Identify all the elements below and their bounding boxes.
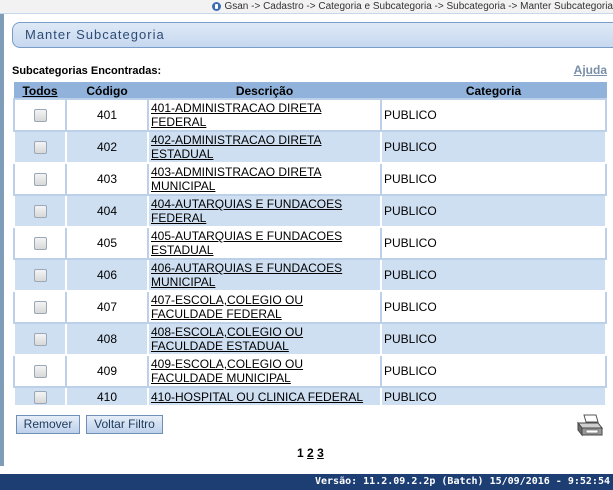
row-checkbox[interactable] bbox=[33, 205, 47, 219]
row-code: 401 bbox=[65, 98, 149, 132]
table-row: 403 403-ADMINISTRACAO DIRETA MUNICIPAL P… bbox=[13, 162, 607, 196]
row-code: 405 bbox=[65, 226, 149, 260]
table-row: 408 408-ESCOLA,COLEGIO OU FACULDADE ESTA… bbox=[13, 322, 607, 356]
row-category: PUBLICO bbox=[380, 226, 607, 260]
table-header-row: Todos Código Descrição Categoria bbox=[13, 82, 607, 100]
table-row: 406 406-AUTARQUIAS E FUNDACOES MUNICIPAL… bbox=[13, 258, 607, 292]
row-description-link[interactable]: 404-AUTARQUIAS E FUNDACOES FEDERAL bbox=[151, 197, 342, 225]
row-category: PUBLICO bbox=[380, 98, 607, 132]
column-header-descricao: Descrição bbox=[147, 82, 382, 100]
row-category: PUBLICO bbox=[380, 354, 607, 388]
row-description-link[interactable]: 409-ESCOLA,COLEGIO OU FACULDADE MUNICIPA… bbox=[151, 357, 303, 385]
row-code: 404 bbox=[65, 194, 149, 228]
row-description-link[interactable]: 408-ESCOLA,COLEGIO OU FACULDADE ESTADUAL bbox=[151, 325, 303, 353]
page-title-bar: Manter Subcategoria bbox=[12, 22, 613, 48]
row-description-link[interactable]: 401-ADMINISTRACAO DIRETA FEDERAL bbox=[151, 101, 321, 129]
table-row: 410 410-HOSPITAL OU CLINICA FEDERAL PUBL… bbox=[13, 386, 607, 407]
row-checkbox[interactable] bbox=[33, 141, 47, 155]
pagination: 1 2 3 bbox=[297, 446, 324, 460]
page-link[interactable]: 2 bbox=[307, 446, 314, 460]
left-frame-border bbox=[0, 14, 4, 466]
row-code: 407 bbox=[65, 290, 149, 324]
row-code: 406 bbox=[65, 258, 149, 292]
page-link[interactable]: 3 bbox=[317, 446, 324, 460]
column-header-codigo: Código bbox=[65, 82, 149, 100]
globe-icon bbox=[212, 2, 222, 11]
row-category: PUBLICO bbox=[380, 386, 607, 407]
row-code: 403 bbox=[65, 162, 149, 196]
row-checkbox[interactable] bbox=[33, 173, 47, 187]
row-category: PUBLICO bbox=[380, 194, 607, 228]
select-all-link[interactable]: Todos bbox=[13, 82, 67, 100]
row-code: 410 bbox=[65, 386, 149, 407]
results-label: Subcategorias Encontradas: bbox=[12, 65, 162, 77]
row-category: PUBLICO bbox=[380, 130, 607, 164]
row-checkbox[interactable] bbox=[33, 269, 47, 283]
row-checkbox[interactable] bbox=[33, 333, 47, 347]
row-category: PUBLICO bbox=[380, 258, 607, 292]
row-checkbox[interactable] bbox=[33, 365, 47, 379]
row-description-link[interactable]: 407-ESCOLA,COLEGIO OU FACULDADE FEDERAL bbox=[151, 293, 303, 321]
table-row: 407 407-ESCOLA,COLEGIO OU FACULDADE FEDE… bbox=[13, 290, 607, 324]
column-header-categoria: Categoria bbox=[380, 82, 607, 100]
row-description-link[interactable]: 402-ADMINISTRACAO DIRETA ESTADUAL bbox=[151, 133, 321, 161]
row-category: PUBLICO bbox=[380, 162, 607, 196]
main-panel: Manter Subcategoria Subcategorias Encont… bbox=[6, 14, 613, 466]
printer-icon[interactable] bbox=[576, 413, 604, 439]
row-description-link[interactable]: 410-HOSPITAL OU CLINICA FEDERAL bbox=[151, 390, 363, 404]
row-checkbox[interactable] bbox=[33, 237, 47, 251]
table-row: 401 401-ADMINISTRACAO DIRETA FEDERAL PUB… bbox=[13, 98, 607, 132]
row-description-link[interactable]: 406-AUTARQUIAS E FUNDACOES MUNICIPAL bbox=[151, 261, 342, 289]
row-checkbox[interactable] bbox=[33, 301, 47, 315]
remove-button[interactable]: Remover bbox=[16, 415, 80, 434]
table-row: 409 409-ESCOLA,COLEGIO OU FACULDADE MUNI… bbox=[13, 354, 607, 388]
row-description-link[interactable]: 405-AUTARQUIAS E FUNDACOES ESTADUAL bbox=[151, 229, 342, 257]
table-row: 404 404-AUTARQUIAS E FUNDACOES FEDERAL P… bbox=[13, 194, 607, 228]
breadcrumb: Gsan -> Cadastro -> Categoria e Subcateg… bbox=[0, 0, 613, 14]
back-to-filter-button[interactable]: Voltar Filtro bbox=[86, 415, 163, 434]
row-checkbox[interactable] bbox=[33, 390, 47, 404]
subcategory-table: Todos Código Descrição Categoria 401 401… bbox=[13, 82, 607, 407]
table-row: 402 402-ADMINISTRACAO DIRETA ESTADUAL PU… bbox=[13, 130, 607, 164]
version-footer: Versão: 11.2.09.2.2p (Batch) 15/09/2016 … bbox=[0, 474, 613, 490]
version-text: Versão: 11.2.09.2.2p (Batch) 15/09/2016 … bbox=[314, 476, 610, 487]
table-row: 405 405-AUTARQUIAS E FUNDACOES ESTADUAL … bbox=[13, 226, 607, 260]
row-checkbox[interactable] bbox=[33, 109, 47, 123]
row-code: 402 bbox=[65, 130, 149, 164]
page-title: Manter Subcategoria bbox=[25, 27, 165, 42]
page-current: 1 bbox=[297, 446, 304, 460]
breadcrumb-text: Gsan -> Cadastro -> Categoria e Subcateg… bbox=[224, 1, 613, 12]
row-code: 408 bbox=[65, 322, 149, 356]
row-category: PUBLICO bbox=[380, 322, 607, 356]
row-description-link[interactable]: 403-ADMINISTRACAO DIRETA MUNICIPAL bbox=[151, 165, 321, 193]
row-category: PUBLICO bbox=[380, 290, 607, 324]
help-link[interactable]: Ajuda bbox=[574, 63, 607, 77]
row-code: 409 bbox=[65, 354, 149, 388]
